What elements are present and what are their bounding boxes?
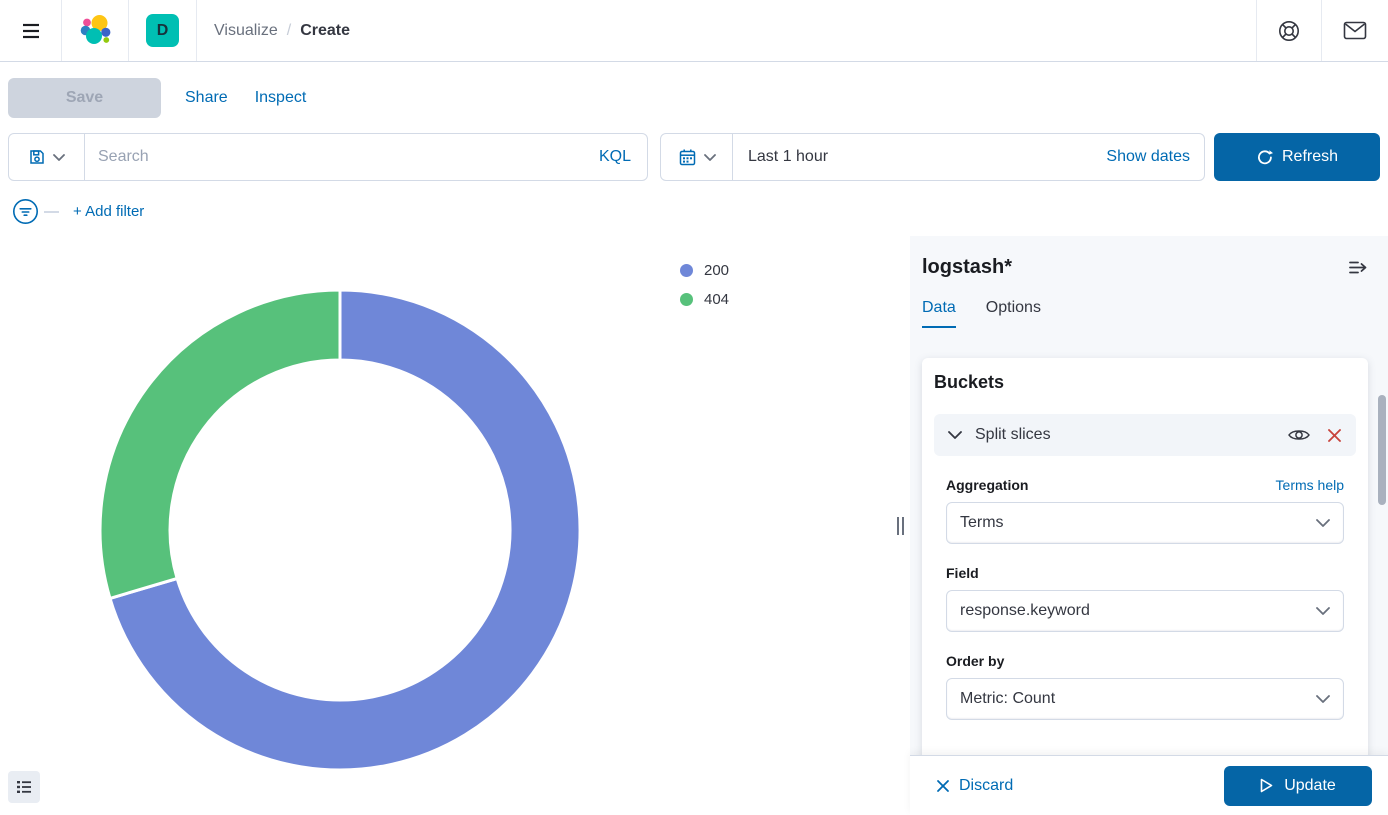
terms-help-link[interactable]: Terms help xyxy=(1276,477,1344,493)
chevron-down-icon xyxy=(1316,519,1330,527)
discard-button[interactable]: Discard xyxy=(936,777,1013,795)
legend-label: 200 xyxy=(704,262,729,279)
update-label: Update xyxy=(1284,777,1336,795)
main-menu-button[interactable] xyxy=(0,0,61,61)
vis-editor-sidebar: logstash* Data Options Buckets xyxy=(910,236,1388,815)
refresh-button[interactable]: Refresh xyxy=(1214,133,1380,181)
share-button[interactable]: Share xyxy=(185,89,228,107)
hamburger-icon xyxy=(20,20,42,42)
sidebar-header: logstash* Data Options xyxy=(910,236,1388,328)
toggle-legend-button[interactable] xyxy=(8,771,40,803)
aggregation-row: Aggregation Terms help Terms xyxy=(934,477,1356,544)
saved-queries-menu-button[interactable] xyxy=(9,134,85,180)
breadcrumb-separator: / xyxy=(287,22,291,40)
remove-bucket-button[interactable] xyxy=(1327,428,1342,443)
donut-chart[interactable] xyxy=(90,280,590,780)
query-bar: KQL Last 1 hour Show dates xyxy=(8,133,1380,181)
space-selector[interactable]: D xyxy=(129,0,196,61)
resize-grip-icon xyxy=(897,517,904,535)
elastic-home-button[interactable] xyxy=(62,0,128,61)
legend-item-200[interactable]: 200 xyxy=(680,262,729,279)
visualization-canvas: 200 404 xyxy=(0,236,891,815)
newsfeed-button[interactable] xyxy=(1322,0,1388,61)
order-by-select[interactable]: Metric: Count xyxy=(946,678,1344,720)
aggregation-value: Terms xyxy=(960,514,1004,532)
update-button[interactable]: Update xyxy=(1224,766,1372,806)
filter-icon[interactable] xyxy=(12,198,39,225)
query-language-button[interactable]: KQL xyxy=(583,148,647,166)
close-icon xyxy=(936,779,950,793)
play-icon xyxy=(1260,778,1273,793)
kibana-visualize-editor: D Visualize / Create xyxy=(0,0,1388,815)
calendar-icon xyxy=(678,148,697,167)
chevron-down-icon xyxy=(53,154,65,161)
field-row: Field response.keyword xyxy=(934,565,1356,632)
chrome-right-icons xyxy=(1256,0,1388,61)
order-by-row: Order by Metric: Count xyxy=(934,653,1356,720)
field-select[interactable]: response.keyword xyxy=(946,590,1344,632)
split-slices-accordion[interactable]: Split slices xyxy=(934,414,1356,456)
sidebar-tabs: Data Options xyxy=(922,299,1368,328)
editor-action-bar: Save Share Inspect xyxy=(0,62,1388,133)
chevron-down-icon xyxy=(948,431,962,439)
collapse-sidebar-button[interactable] xyxy=(1347,257,1368,278)
search-input[interactable] xyxy=(85,148,583,166)
time-range-button[interactable]: Last 1 hour xyxy=(733,148,843,166)
list-icon xyxy=(15,778,33,796)
legend-item-404[interactable]: 404 xyxy=(680,291,729,308)
inspect-button[interactable]: Inspect xyxy=(255,89,307,107)
aggregation-label: Aggregation xyxy=(946,477,1028,493)
buckets-panel: Buckets Split slices xyxy=(922,358,1368,760)
filter-dash xyxy=(44,211,59,213)
chevron-down-icon xyxy=(1316,607,1330,615)
menu-right-icon xyxy=(1347,257,1368,278)
add-filter-button[interactable]: + Add filter xyxy=(73,203,144,220)
donut-chart-svg xyxy=(90,280,590,780)
toggle-visibility-button[interactable] xyxy=(1288,427,1310,443)
tab-options[interactable]: Options xyxy=(986,299,1041,328)
split-slices-label: Split slices xyxy=(975,426,1051,444)
elastic-logo-icon xyxy=(79,14,112,47)
chart-legend: 200 404 xyxy=(680,262,729,308)
eye-icon xyxy=(1288,427,1310,443)
show-dates-button[interactable]: Show dates xyxy=(1092,148,1204,166)
refresh-label: Refresh xyxy=(1282,148,1338,166)
date-quick-select-button[interactable] xyxy=(661,134,733,180)
panel-resize-handle[interactable] xyxy=(891,236,910,815)
top-navigation-bar: D Visualize / Create xyxy=(0,0,1388,62)
discard-label: Discard xyxy=(959,777,1013,795)
field-label: Field xyxy=(946,565,979,581)
chevron-down-icon xyxy=(704,154,716,161)
order-by-value: Metric: Count xyxy=(960,690,1055,708)
save-button[interactable]: Save xyxy=(8,78,161,118)
legend-dot-200 xyxy=(680,264,693,277)
index-pattern-title: logstash* xyxy=(922,256,1012,279)
breadcrumb-visualize[interactable]: Visualize xyxy=(214,22,278,40)
legend-label: 404 xyxy=(704,291,729,308)
chevron-down-icon xyxy=(1316,695,1330,703)
order-by-label: Order by xyxy=(946,653,1004,669)
breadcrumb: Visualize / Create xyxy=(197,0,350,61)
breadcrumb-create: Create xyxy=(300,22,350,40)
tab-data[interactable]: Data xyxy=(922,299,956,328)
refresh-icon xyxy=(1256,149,1273,166)
search-bar-group: KQL xyxy=(8,133,648,181)
mail-icon xyxy=(1343,21,1367,40)
sidebar-footer: Discard Update xyxy=(910,755,1388,815)
filter-bar: + Add filter xyxy=(12,198,144,225)
date-picker-group: Last 1 hour Show dates xyxy=(660,133,1205,181)
space-badge: D xyxy=(146,14,179,47)
legend-dot-404 xyxy=(680,293,693,306)
close-icon xyxy=(1327,428,1342,443)
field-value: response.keyword xyxy=(960,602,1090,620)
help-icon xyxy=(1277,19,1301,43)
buckets-title: Buckets xyxy=(934,372,1356,393)
aggregation-select[interactable]: Terms xyxy=(946,502,1344,544)
save-query-icon xyxy=(28,148,46,166)
sidebar-scrollbar[interactable] xyxy=(1378,395,1386,505)
help-button[interactable] xyxy=(1257,0,1321,61)
